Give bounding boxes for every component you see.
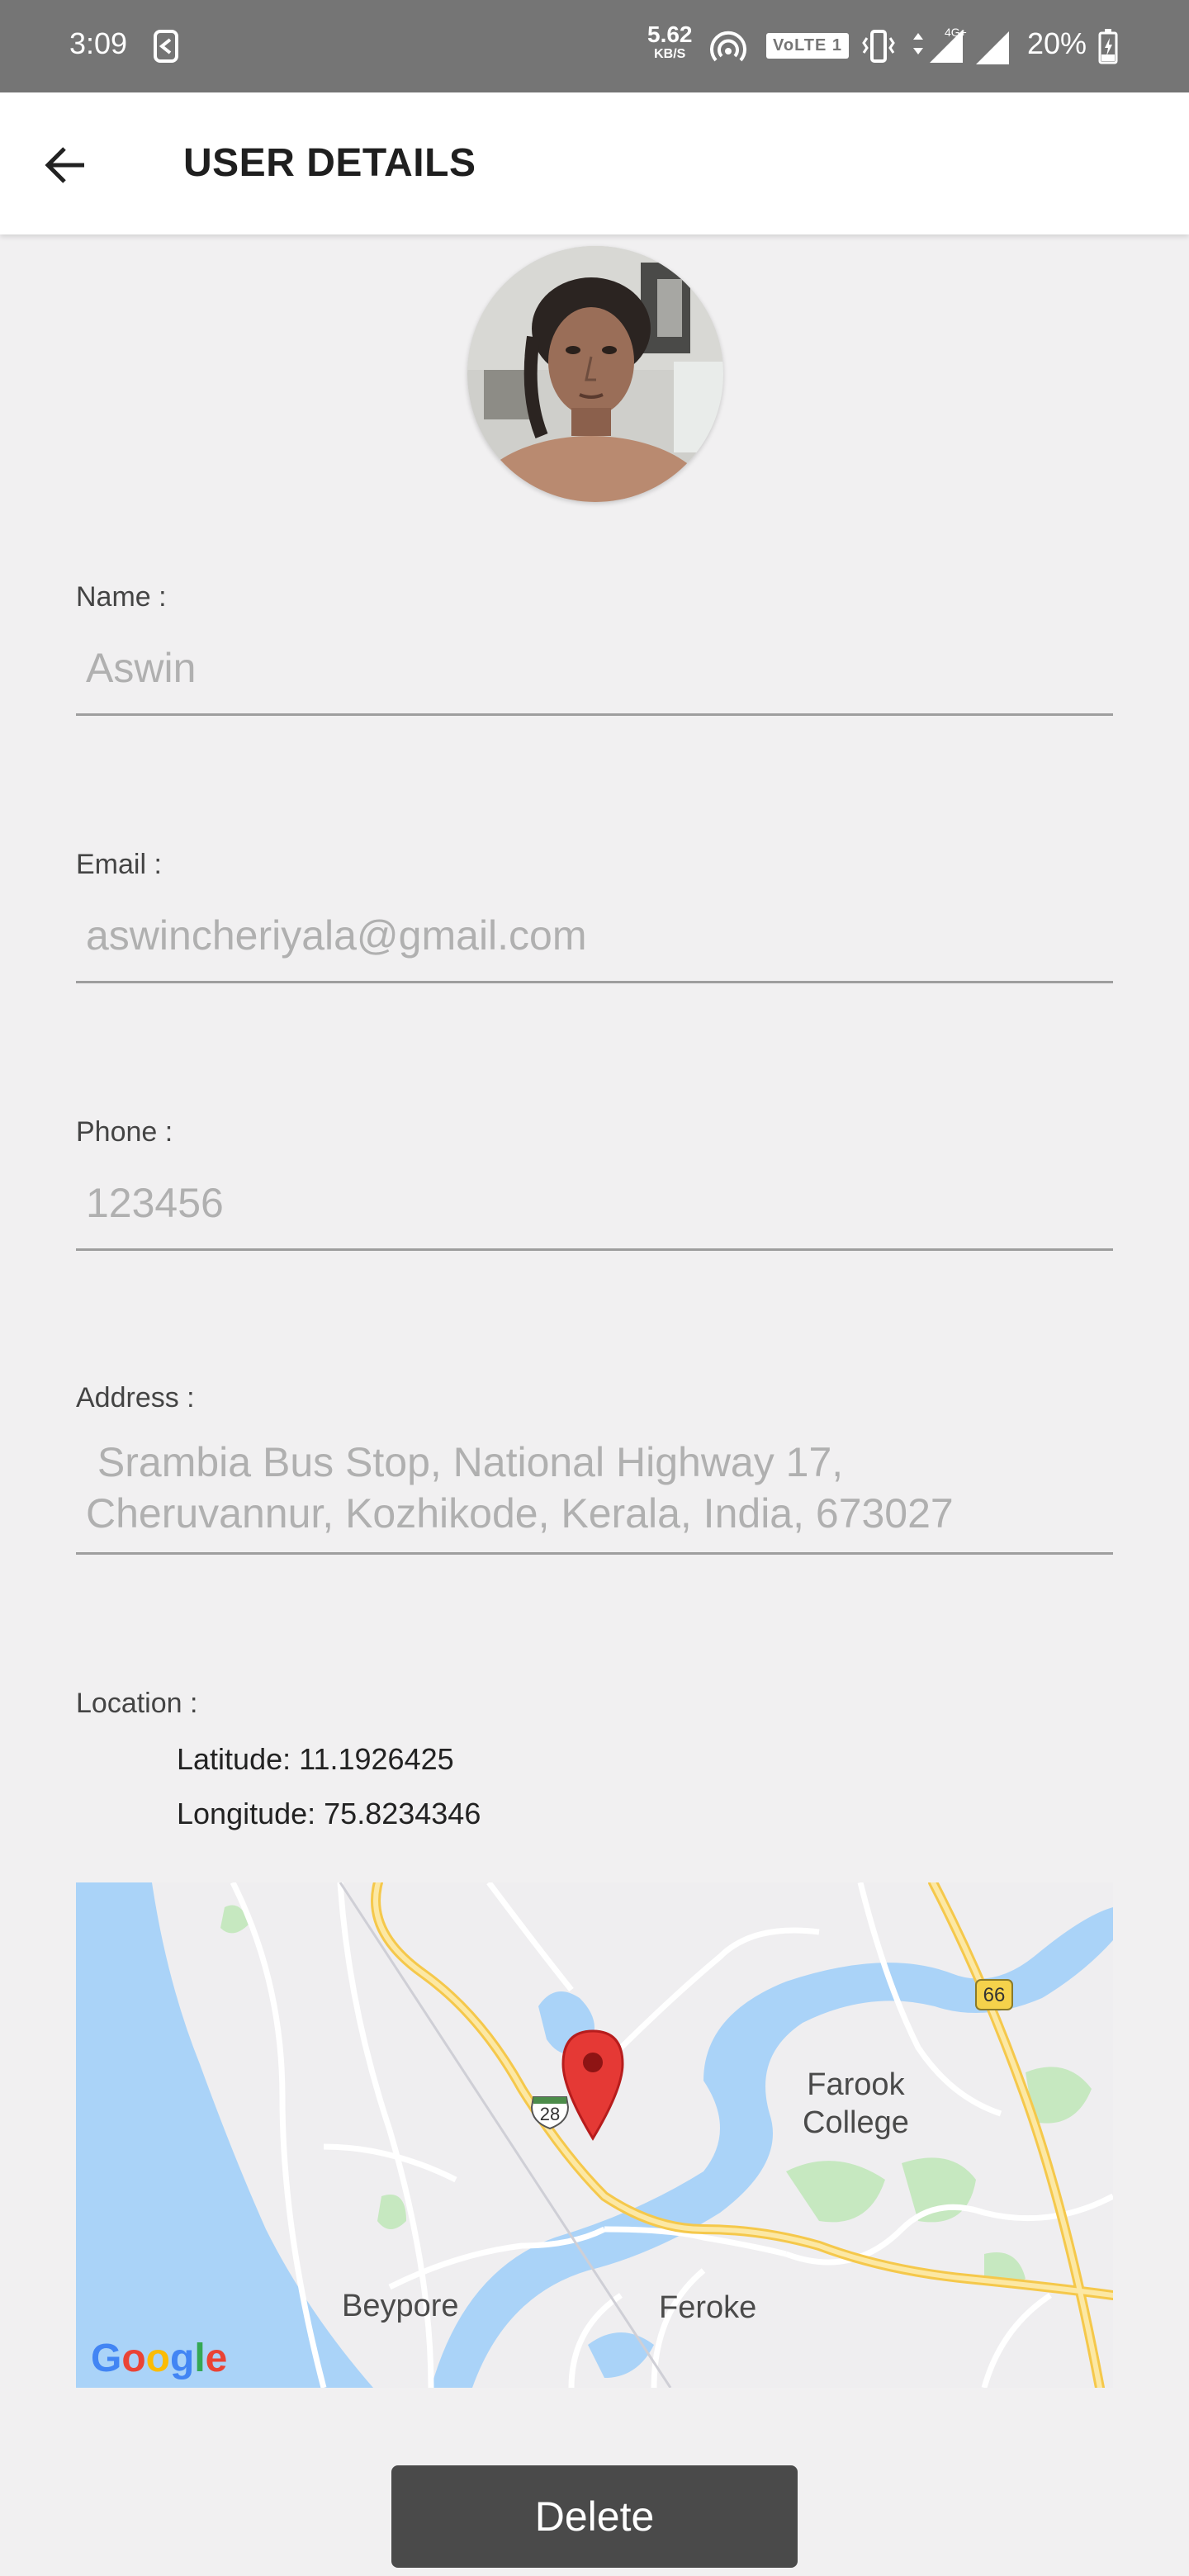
phone-underline	[76, 1248, 1113, 1251]
avatar	[467, 246, 723, 502]
route-66-label: 66	[983, 1984, 1006, 2006]
map-label-farook-line-2: College	[803, 2105, 909, 2140]
map-label-farook-line-1: Farook	[807, 2067, 905, 2102]
network-speed-value: 5.62	[647, 21, 693, 47]
latitude-text: Latitude: 11.1926425	[177, 1742, 454, 1776]
name-label: Name :	[76, 581, 167, 613]
address-underline	[76, 1552, 1113, 1555]
status-time: 3:09	[69, 26, 128, 60]
network-speed: 5.62 KB/S	[647, 23, 693, 61]
address-label: Address :	[76, 1382, 195, 1413]
map-label-farook-college: Farook College	[803, 2066, 909, 2142]
location-map[interactable]: 28 66 Google Farook College Beypore Fero…	[76, 1882, 1113, 2388]
back-arrow-icon[interactable]	[40, 139, 92, 192]
address-line-1: Srambia Bus Stop, National Highway 17,	[86, 1439, 844, 1485]
google-logo: Google	[91, 2337, 227, 2380]
map-canvas: 28 66 Google	[76, 1882, 1113, 2388]
name-field[interactable]: Aswin	[86, 642, 196, 694]
map-label-beypore: Beypore	[342, 2289, 459, 2323]
route-28-label: 28	[540, 2104, 560, 2124]
volte-badge: VoLTE 1	[766, 33, 850, 59]
signal-icon	[976, 31, 1009, 64]
email-underline	[76, 981, 1113, 983]
map-label-feroke: Feroke	[659, 2290, 757, 2325]
phone-label: Phone :	[76, 1116, 173, 1148]
address-field[interactable]: Srambia Bus Stop, National Highway 17, Ch…	[86, 1437, 954, 1539]
profile-photo	[467, 246, 723, 502]
phone-field[interactable]: 123456	[86, 1177, 224, 1229]
app-bar: USER DETAILS	[0, 92, 1189, 234]
battery-percent: 20%	[1027, 26, 1087, 60]
location-label: Location :	[76, 1688, 198, 1719]
battery-charging-icon	[1098, 29, 1118, 64]
network-speed-unit: KB/S	[654, 47, 686, 61]
email-field[interactable]: aswincheriyala@gmail.com	[86, 910, 587, 961]
email-label: Email :	[76, 849, 162, 880]
vibrate-icon	[862, 30, 895, 63]
mobile-data-icon: 4G+	[913, 26, 967, 63]
longitude-text: Longitude: 75.8234346	[177, 1797, 481, 1830]
status-bar: 3:09 5.62 KB/S VoLTE 1 4G+ 20%	[0, 0, 1189, 92]
notification-app-icon	[154, 30, 178, 63]
name-underline	[76, 713, 1113, 716]
address-line-2: Cheruvannur, Kozhikode, Kerala, India, 6…	[86, 1490, 954, 1537]
page-title: USER DETAILS	[183, 141, 476, 185]
hotspot-icon	[710, 31, 746, 62]
delete-button[interactable]: Delete	[391, 2465, 798, 2568]
network-type-text: 4G+	[945, 26, 967, 39]
